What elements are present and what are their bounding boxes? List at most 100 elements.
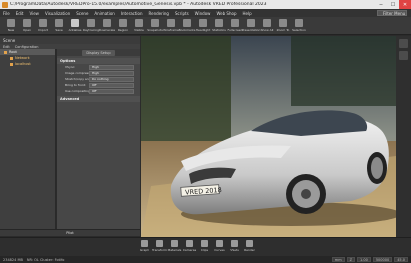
- toolbar-label: Zoom To: [276, 28, 290, 32]
- toolbar-label: Show All: [260, 28, 274, 32]
- module-transform-button[interactable]: Transform: [152, 238, 167, 256]
- fov-field[interactable]: 45.0: [394, 257, 408, 262]
- module-render-button[interactable]: Render: [242, 238, 257, 256]
- module-vsets-button[interactable]: VSets: [227, 238, 242, 256]
- module-label: Render: [244, 248, 255, 252]
- up-axis-select[interactable]: Z: [346, 257, 356, 262]
- property-dropdown[interactable]: Do nothing: [89, 76, 134, 82]
- tree-item-label: localhost: [15, 62, 31, 66]
- selection-icon: [295, 19, 303, 27]
- vred-app-icon: [2, 1, 8, 8]
- toolbar-raytracing-button[interactable]: Raytracing: [83, 17, 99, 35]
- properties-panel: Display Setup Options VSync: High Image c…: [57, 49, 140, 229]
- region-icon: [119, 19, 127, 27]
- fcp-field[interactable]: 500000: [372, 257, 393, 262]
- scenegraph-menu-configuration[interactable]: Configuration: [15, 45, 39, 49]
- toolbar-statistics-button[interactable]: Statistics: [211, 17, 227, 35]
- module-graph-button[interactable]: Graph: [137, 238, 152, 256]
- menu-window[interactable]: Window: [192, 11, 214, 16]
- property-dropdown[interactable]: High: [89, 70, 134, 76]
- toolbar-antialias-button[interactable]: Antialias: [67, 17, 83, 35]
- camera-icon: [186, 240, 193, 247]
- toolbar-show-all-button[interactable]: Show All: [259, 17, 275, 35]
- menu-rendering[interactable]: Rendering: [146, 11, 172, 16]
- module-curves-button[interactable]: Curves: [212, 238, 227, 256]
- bookmark-icon: [183, 19, 191, 27]
- property-row: Use compositing: Off: [57, 88, 140, 94]
- menu-interaction[interactable]: Interaction: [118, 11, 146, 16]
- toolbar-headlight-button[interactable]: Headlight: [195, 17, 211, 35]
- nav-icon[interactable]: [399, 51, 408, 60]
- toolbar-label: Headlight: [195, 28, 211, 32]
- property-dropdown[interactable]: High: [89, 64, 134, 70]
- menu-scene[interactable]: Scene: [73, 11, 91, 16]
- toolbar-visible-button[interactable]: Visible: [131, 17, 147, 35]
- toolbar-save-button[interactable]: Save: [51, 17, 67, 35]
- toolbar-fullscreen-button[interactable]: Fullscreen: [227, 17, 243, 35]
- module-cameras-button[interactable]: Cameras: [182, 238, 197, 256]
- toolbar-label: Antialias: [68, 28, 82, 32]
- menu-scripts[interactable]: Scripts: [172, 11, 192, 16]
- menu-web-shop[interactable]: Web Shop: [213, 11, 239, 16]
- module-label: Curves: [214, 248, 225, 252]
- minimize-button[interactable]: ─: [375, 0, 387, 9]
- toolbar-open-button[interactable]: Open: [19, 17, 35, 35]
- render-viewport[interactable]: VRED 2018: [141, 36, 396, 237]
- module-label: Transform: [152, 248, 167, 252]
- title-bar: C:/ProgramData/Autodesk/VREDPro-15.0/exa…: [0, 0, 411, 9]
- units-select[interactable]: mm: [331, 257, 345, 262]
- presentation-icon: [247, 19, 255, 27]
- section-advanced[interactable]: Advanced: [57, 96, 140, 102]
- toolbar-label: Visible: [134, 28, 144, 32]
- menu-edit[interactable]: Edit: [13, 11, 27, 16]
- main-toolbar: New Open Import Save Antialias Raytracin…: [0, 17, 411, 35]
- menu-bar: File Edit View Visualization Scene Anima…: [0, 9, 411, 17]
- scene-tree: Root Network localhost: [0, 49, 56, 229]
- tree-item-localhost[interactable]: localhost: [0, 61, 55, 67]
- menu-filter-placeholder: Filter Menu: [383, 10, 406, 16]
- status-bar: 234824 MB NR: OL Cluster: Fotifo mm Z 1.…: [0, 256, 411, 263]
- downscale-icon: [103, 19, 111, 27]
- toolbar-wireframe-button[interactable]: Wireframe: [163, 17, 179, 35]
- antialias-icon: [71, 19, 79, 27]
- menu-view[interactable]: View: [26, 11, 42, 16]
- menu-visualization[interactable]: Visualization: [42, 11, 73, 16]
- scenegraph-menu-edit[interactable]: Edit: [3, 45, 10, 49]
- toolbar-new-button[interactable]: New: [3, 17, 19, 35]
- toolbar-selection-button[interactable]: Selection: [291, 17, 307, 35]
- snapshot-camera-icon: [151, 19, 159, 27]
- menu-animation[interactable]: Animation: [91, 11, 117, 16]
- module-materials-button[interactable]: Materials: [167, 238, 182, 256]
- toolbar-label: Selection: [292, 28, 306, 32]
- module-label: Materials: [167, 248, 182, 252]
- toolbar-import-button[interactable]: Import: [35, 17, 51, 35]
- toolbar-label: New: [7, 28, 15, 32]
- fullscreen-icon: [231, 19, 239, 27]
- property-dropdown[interactable]: Off: [89, 82, 134, 88]
- menu-filter-input[interactable]: Filter Menu: [377, 10, 407, 16]
- raytracing-icon: [87, 19, 95, 27]
- toolbar-label: Statistics: [212, 28, 226, 32]
- node-icon: [4, 50, 7, 54]
- tab-display-setup[interactable]: Display Setup: [82, 49, 115, 56]
- menu-file[interactable]: File: [0, 11, 13, 16]
- property-label: VSync:: [65, 65, 76, 69]
- property-label: Bring to front:: [65, 83, 86, 87]
- toolbar-region-button[interactable]: Region: [115, 17, 131, 35]
- property-dropdown[interactable]: Off: [89, 88, 134, 94]
- toolbar-bookmarks-button[interactable]: Bookmarks: [179, 17, 195, 35]
- module-clips-button[interactable]: Clips: [197, 238, 212, 256]
- menu-help[interactable]: Help: [240, 11, 255, 16]
- toolbar-zoom-to-button[interactable]: Zoom To: [275, 17, 291, 35]
- toolbar-downscale-button[interactable]: Downscale: [99, 17, 115, 35]
- graph-icon: [141, 240, 148, 247]
- toolbar-label: Snapshots: [147, 28, 163, 32]
- car-render-image: VRED 2018: [141, 36, 396, 237]
- toolbar-presentation-button[interactable]: Presentation: [242, 17, 260, 35]
- maximize-button[interactable]: ☐: [387, 0, 399, 9]
- toolbar-snapshots-button[interactable]: Snapshots: [147, 17, 163, 35]
- close-button[interactable]: ✕: [399, 0, 411, 9]
- viewcube-icon[interactable]: [399, 39, 408, 48]
- pilot-tab[interactable]: Pilot: [0, 229, 140, 236]
- ncp-field[interactable]: 1.00: [357, 257, 371, 262]
